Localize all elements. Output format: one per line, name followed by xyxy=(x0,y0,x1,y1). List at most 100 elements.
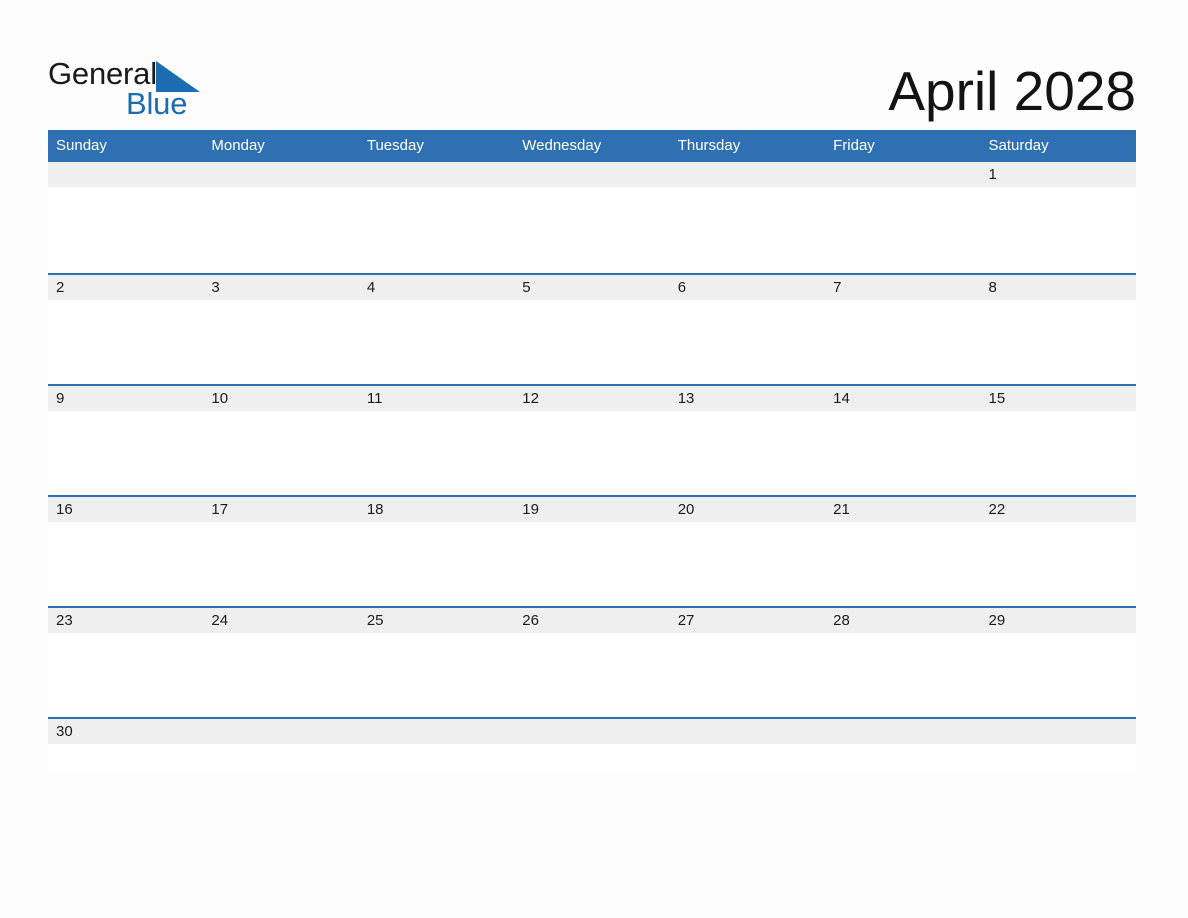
day-cell[interactable]: 16 xyxy=(48,497,203,522)
day-body-cell[interactable] xyxy=(203,633,358,717)
day-body-cell[interactable] xyxy=(203,744,358,828)
week-body xyxy=(48,522,1136,606)
day-body-cell[interactable] xyxy=(359,633,514,717)
day-cell[interactable]: 15 xyxy=(981,386,1136,411)
day-body-cell[interactable] xyxy=(825,411,980,495)
week-body xyxy=(48,633,1136,717)
day-body-cell[interactable] xyxy=(48,744,203,828)
day-cell[interactable]: 8 xyxy=(981,275,1136,300)
day-cell[interactable]: 4 xyxy=(359,275,514,300)
day-body-cell[interactable] xyxy=(981,300,1136,384)
day-cell[interactable] xyxy=(514,162,669,187)
week-body xyxy=(48,300,1136,384)
day-cell[interactable]: 3 xyxy=(203,275,358,300)
day-cell[interactable]: 11 xyxy=(359,386,514,411)
day-body-cell[interactable] xyxy=(670,300,825,384)
day-body-cell[interactable] xyxy=(48,187,203,271)
day-cell[interactable] xyxy=(514,719,669,744)
day-body-cell[interactable] xyxy=(670,522,825,606)
day-cell[interactable]: 1 xyxy=(981,162,1136,187)
day-body-cell[interactable] xyxy=(670,411,825,495)
day-cell[interactable]: 20 xyxy=(670,497,825,522)
day-cell[interactable]: 18 xyxy=(359,497,514,522)
day-body-cell[interactable] xyxy=(825,300,980,384)
day-body-cell[interactable] xyxy=(203,300,358,384)
day-body-cell[interactable] xyxy=(359,187,514,271)
day-body-cell[interactable] xyxy=(359,411,514,495)
week-body xyxy=(48,744,1136,828)
day-body-cell[interactable] xyxy=(825,633,980,717)
day-body-cell[interactable] xyxy=(514,187,669,271)
day-cell[interactable] xyxy=(670,719,825,744)
day-cell[interactable] xyxy=(203,719,358,744)
day-body-cell[interactable] xyxy=(359,300,514,384)
day-body-cell[interactable] xyxy=(670,187,825,271)
week-date-band: 30 xyxy=(48,719,1136,744)
day-cell[interactable]: 24 xyxy=(203,608,358,633)
day-cell[interactable] xyxy=(670,162,825,187)
weekday-monday: Monday xyxy=(211,137,265,154)
day-cell[interactable] xyxy=(981,719,1136,744)
day-cell[interactable] xyxy=(359,162,514,187)
day-body-cell[interactable] xyxy=(825,744,980,828)
day-body-cell[interactable] xyxy=(514,633,669,717)
weekday-saturday: Saturday xyxy=(988,137,1049,154)
day-body-cell[interactable] xyxy=(981,744,1136,828)
day-cell[interactable]: 6 xyxy=(670,275,825,300)
day-body-cell[interactable] xyxy=(48,522,203,606)
day-body-cell[interactable] xyxy=(203,411,358,495)
day-body-cell[interactable] xyxy=(670,633,825,717)
day-body-cell[interactable] xyxy=(670,744,825,828)
day-cell[interactable]: 25 xyxy=(359,608,514,633)
day-body-cell[interactable] xyxy=(48,300,203,384)
day-body-cell[interactable] xyxy=(514,522,669,606)
week-date-band: 23 24 25 26 27 28 29 xyxy=(48,608,1136,633)
day-cell[interactable]: 12 xyxy=(514,386,669,411)
day-body-cell[interactable] xyxy=(203,522,358,606)
day-cell[interactable]: 13 xyxy=(670,386,825,411)
week-date-band: 2 3 4 5 6 7 8 xyxy=(48,275,1136,300)
day-body-cell[interactable] xyxy=(359,522,514,606)
day-body-cell[interactable] xyxy=(514,744,669,828)
day-cell[interactable]: 14 xyxy=(825,386,980,411)
day-body-cell[interactable] xyxy=(48,411,203,495)
day-cell[interactable] xyxy=(48,162,203,187)
day-cell[interactable]: 22 xyxy=(981,497,1136,522)
weekday-thursday: Thursday xyxy=(677,137,741,154)
week-body xyxy=(48,187,1136,271)
day-body-cell[interactable] xyxy=(981,522,1136,606)
day-cell[interactable]: 23 xyxy=(48,608,203,633)
day-body-cell[interactable] xyxy=(48,633,203,717)
day-cell[interactable]: 29 xyxy=(981,608,1136,633)
day-body-cell[interactable] xyxy=(825,522,980,606)
day-body-cell[interactable] xyxy=(203,187,358,271)
day-cell[interactable]: 10 xyxy=(203,386,358,411)
day-cell[interactable]: 5 xyxy=(514,275,669,300)
day-cell[interactable]: 17 xyxy=(203,497,358,522)
day-cell[interactable]: 2 xyxy=(48,275,203,300)
day-body-cell[interactable] xyxy=(825,187,980,271)
calendar-grid: Sunday Monday Tuesday Wednesday Thursday… xyxy=(48,130,1136,771)
day-cell[interactable]: 26 xyxy=(514,608,669,633)
day-cell[interactable] xyxy=(359,719,514,744)
day-cell[interactable] xyxy=(825,719,980,744)
weekday-tuesday: Tuesday xyxy=(366,137,424,154)
day-cell[interactable]: 9 xyxy=(48,386,203,411)
day-cell[interactable]: 7 xyxy=(825,275,980,300)
day-cell[interactable] xyxy=(203,162,358,187)
general-blue-logo: General Blue xyxy=(48,46,248,122)
day-body-cell[interactable] xyxy=(514,300,669,384)
day-cell[interactable]: 27 xyxy=(670,608,825,633)
day-body-cell[interactable] xyxy=(359,744,514,828)
day-body-cell[interactable] xyxy=(981,633,1136,717)
day-cell[interactable]: 28 xyxy=(825,608,980,633)
day-cell[interactable] xyxy=(825,162,980,187)
day-body-cell[interactable] xyxy=(514,411,669,495)
day-cell[interactable]: 30 xyxy=(48,719,203,744)
day-cell[interactable]: 21 xyxy=(825,497,980,522)
day-cell[interactable]: 19 xyxy=(514,497,669,522)
week-date-band: 1 xyxy=(48,162,1136,187)
day-body-cell[interactable] xyxy=(981,411,1136,495)
day-body-cell[interactable] xyxy=(981,187,1136,271)
month-title: April 2028 xyxy=(888,60,1136,122)
